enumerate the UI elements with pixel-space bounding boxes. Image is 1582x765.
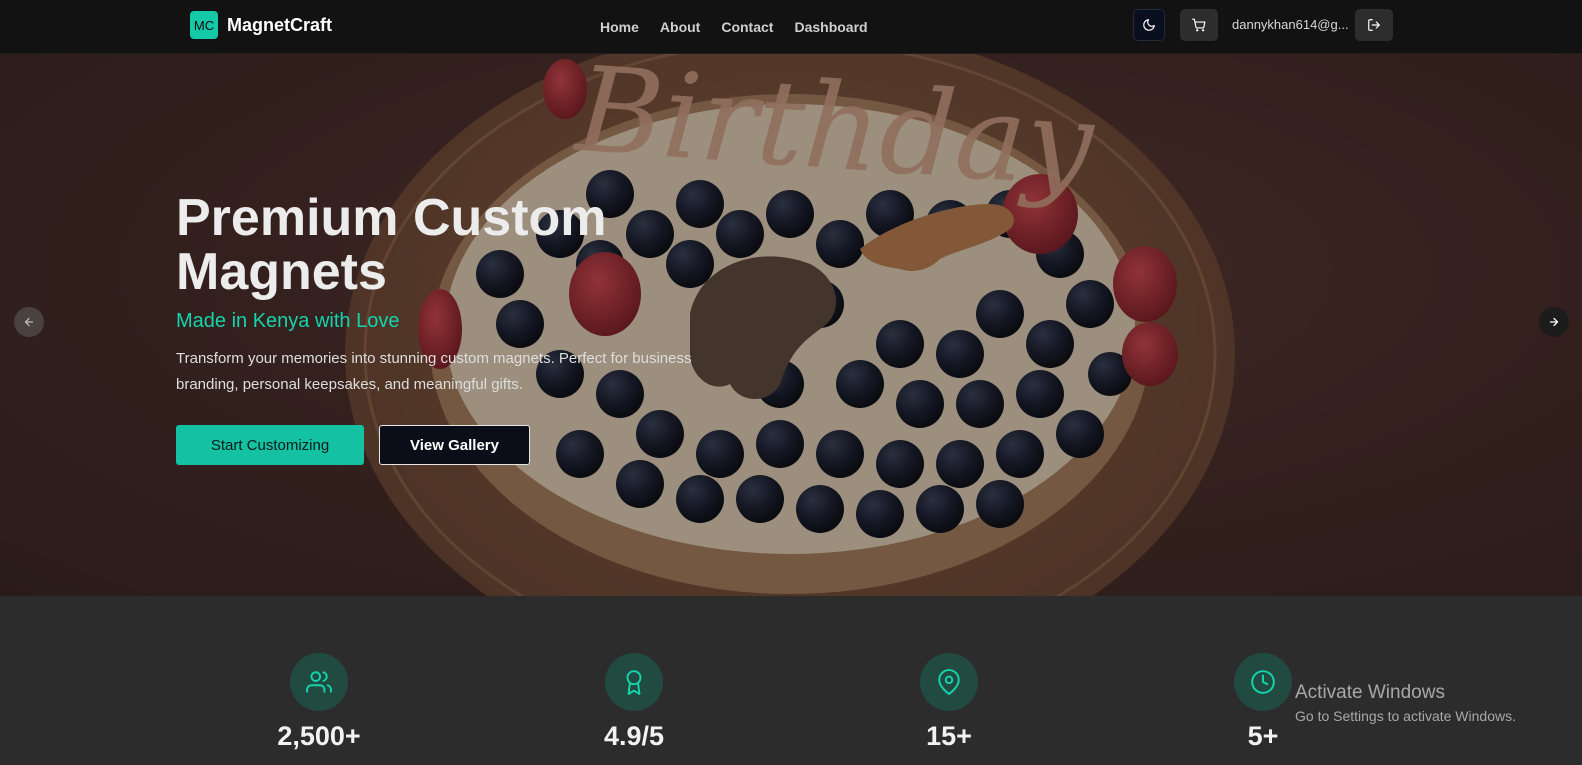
arrow-left-icon <box>24 317 34 327</box>
stat-value: 4.9/5 <box>603 721 665 751</box>
users-icon <box>290 653 348 711</box>
clock-icon <box>1234 653 1292 711</box>
nav-links: Home About Contact Dashboard <box>600 0 868 54</box>
brand-logo: MC <box>190 11 218 39</box>
theme-toggle-button[interactable] <box>1133 9 1165 41</box>
watermark-title: Activate Windows <box>1295 682 1445 703</box>
start-customizing-button[interactable]: Start Customizing <box>176 425 364 465</box>
cart-icon <box>1192 18 1206 32</box>
brand-link[interactable]: MC MagnetCraft <box>190 11 332 39</box>
carousel-next-button[interactable] <box>1539 307 1569 337</box>
award-icon <box>605 653 663 711</box>
navbar: MC MagnetCraft Home About Contact Dashbo… <box>0 0 1582 54</box>
watermark-subtitle: Go to Settings to activate Windows. <box>1295 708 1516 724</box>
nav-link-about[interactable]: About <box>660 19 700 35</box>
stat-value: 5+ <box>1247 721 1279 751</box>
moon-icon <box>1143 19 1155 31</box>
stats-section: 2,500+ 4.9/5 15+ 5+ <box>0 596 1582 765</box>
nav-link-contact[interactable]: Contact <box>721 19 773 35</box>
arrow-right-icon <box>1549 317 1559 327</box>
nav-link-dashboard[interactable]: Dashboard <box>794 19 867 35</box>
stat-value: 15+ <box>926 721 972 751</box>
carousel-prev-button[interactable] <box>14 307 44 337</box>
hero-description: Transform your memories into stunning cu… <box>176 350 692 393</box>
hero-subtitle: Made in Kenya with Love <box>176 310 400 332</box>
windows-activation-watermark: Activate Windows Go to Settings to activ… <box>1295 682 1516 724</box>
nav-link-home[interactable]: Home <box>600 19 639 35</box>
view-gallery-button[interactable]: View Gallery <box>379 425 530 465</box>
map-pin-icon <box>920 653 978 711</box>
cart-button[interactable] <box>1180 9 1218 41</box>
stat-value: 2,500+ <box>277 721 361 751</box>
user-email[interactable]: dannykhan614@g... <box>1232 17 1349 32</box>
hero-title: Premium Custom Magnets <box>176 189 607 301</box>
logout-button[interactable] <box>1355 9 1393 41</box>
logout-icon <box>1368 19 1380 31</box>
hero-carousel: Birthday Premium Custom Magnets Made in … <box>0 54 1582 596</box>
brand-name: MagnetCraft <box>227 14 333 35</box>
